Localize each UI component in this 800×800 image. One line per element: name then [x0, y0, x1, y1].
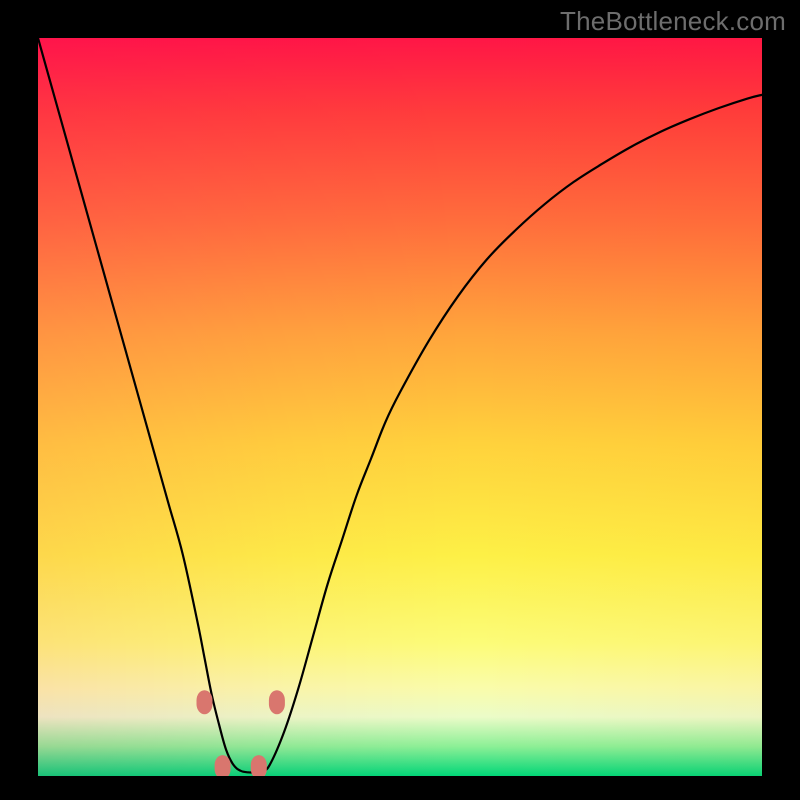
chart-frame: TheBottleneck.com: [0, 0, 800, 800]
chart-svg: [38, 38, 762, 776]
curve-marker: [251, 755, 267, 776]
bottleneck-curve: [38, 38, 762, 773]
attribution-text: TheBottleneck.com: [560, 6, 786, 37]
curve-marker: [269, 690, 285, 714]
curve-marker: [197, 690, 213, 714]
curve-marker: [215, 755, 231, 776]
plot-area: [38, 38, 762, 776]
